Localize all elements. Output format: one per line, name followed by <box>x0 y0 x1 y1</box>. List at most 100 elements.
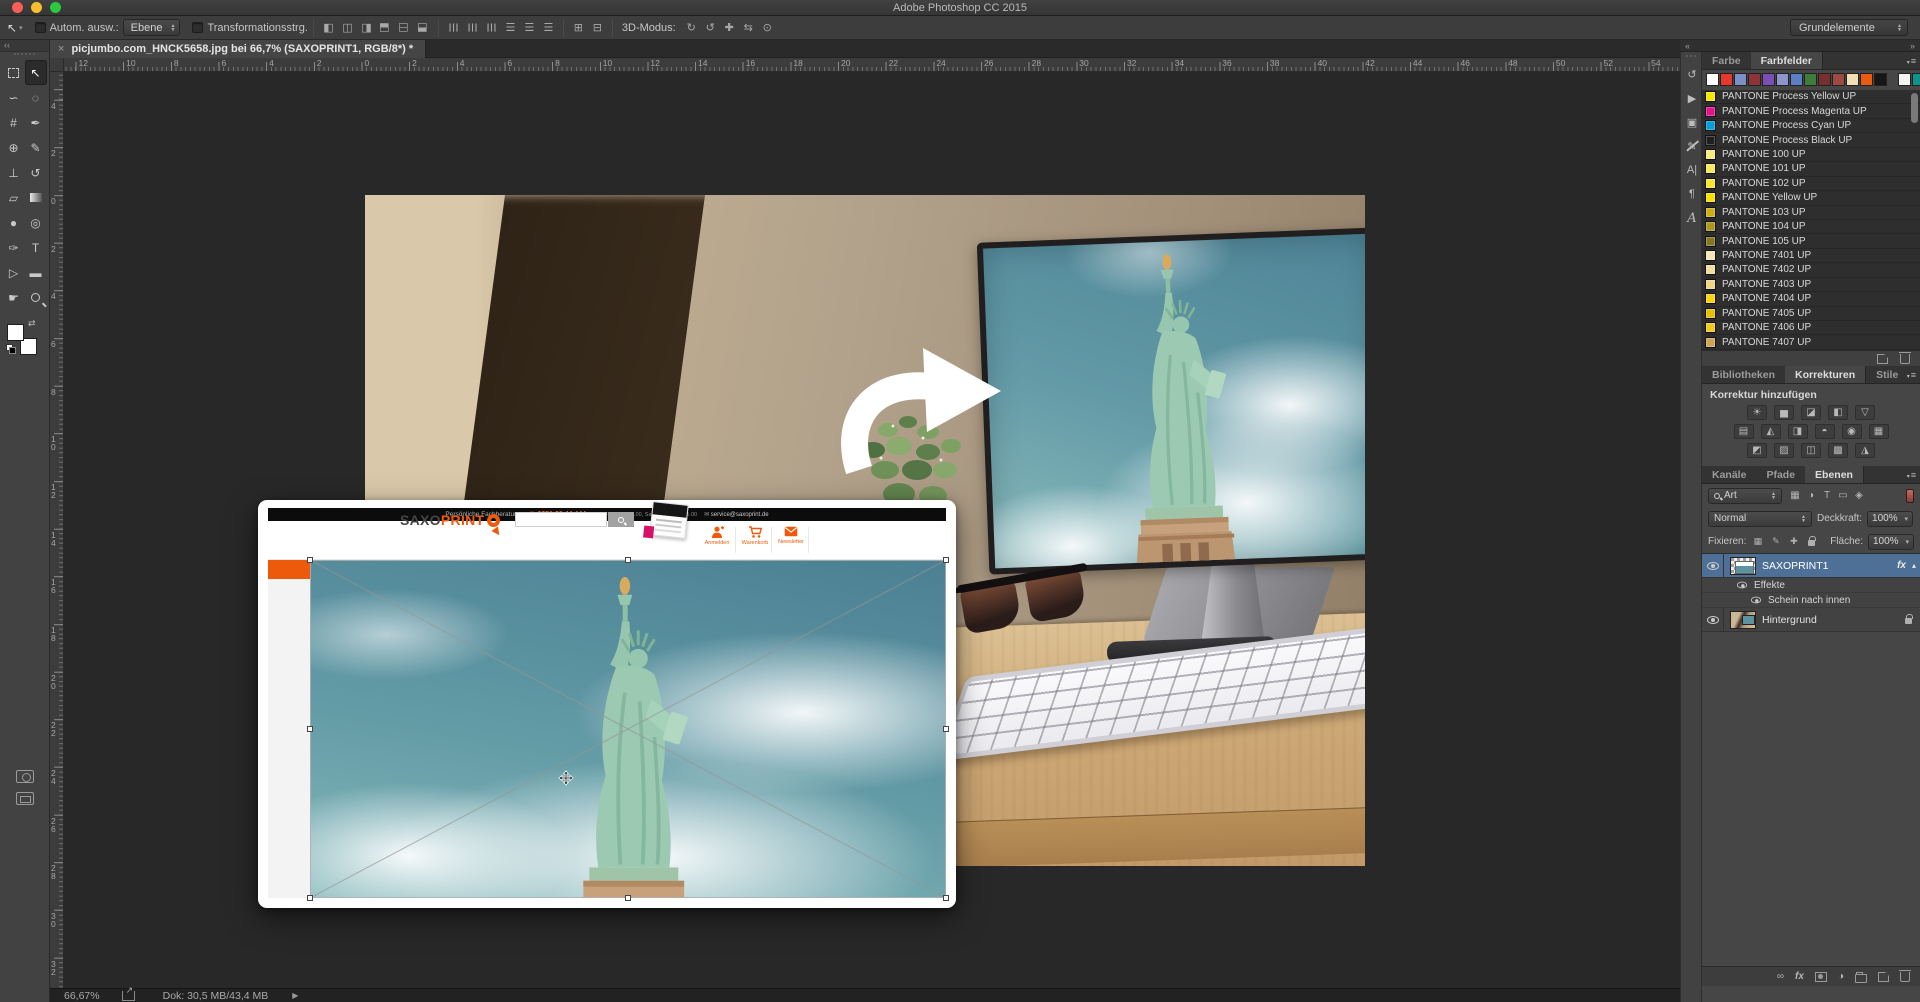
panel-menu-icon[interactable] <box>1907 56 1916 66</box>
swatch-row[interactable]: PANTONE 7403 UP <box>1702 278 1920 292</box>
layer-thumbnail[interactable] <box>1730 611 1756 629</box>
curves-icon[interactable]: ◪ <box>1801 405 1821 420</box>
glyphs-panel-icon[interactable]: A <box>1681 206 1703 230</box>
tab-farbe[interactable]: Farbe <box>1702 52 1751 69</box>
photo-filter-icon[interactable]: ◓ <box>1815 424 1835 439</box>
quick-selection-tool[interactable]: ◌ <box>25 85 47 110</box>
threshold-icon[interactable]: ◫ <box>1801 443 1821 458</box>
auto-select-dropdown[interactable]: Ebene <box>123 19 181 36</box>
crop-tool[interactable]: # <box>3 110 25 135</box>
dock-grip[interactable] <box>1686 55 1696 60</box>
nav-newsletter[interactable]: Newsletter <box>772 526 810 545</box>
hand-tool[interactable]: ☛ <box>3 285 25 310</box>
swatch-row[interactable]: PANTONE 103 UP <box>1702 206 1920 220</box>
add-layer-style-icon[interactable]: fx <box>1795 971 1804 982</box>
layer-effects-badge[interactable]: fx <box>1897 560 1906 571</box>
tab-kanaele[interactable]: Kanäle <box>1702 466 1756 483</box>
properties-panel-icon[interactable]: ▣ <box>1681 110 1703 134</box>
saxoprint-layer-preview[interactable]: Persönliche Fachberatung 0351 20 44 444 … <box>258 500 956 908</box>
rectangular-marquee-tool[interactable] <box>3 60 25 85</box>
zoom-tool[interactable] <box>25 285 47 310</box>
swatch-chip[interactable] <box>1720 73 1733 86</box>
collapse-dock-icon[interactable]: « <box>1685 41 1690 51</box>
transform-handle-ne[interactable] <box>943 557 949 563</box>
swatch-row[interactable]: PANTONE 7402 UP <box>1702 263 1920 277</box>
history-brush-tool[interactable]: ↺ <box>25 160 47 185</box>
path-selection-tool[interactable]: ▷ <box>3 260 25 285</box>
eyedropper-tool[interactable]: ✒ <box>25 110 47 135</box>
brush-tool[interactable]: ✎ <box>25 135 47 160</box>
distribute-right-edges-icon[interactable]: ☰ <box>540 20 557 35</box>
hue-saturation-icon[interactable]: ▤ <box>1734 424 1754 439</box>
tab-stile[interactable]: Stile <box>1866 366 1908 383</box>
exposure-icon[interactable]: ◧ <box>1828 405 1848 420</box>
swatch-chip[interactable] <box>1874 73 1887 86</box>
filter-adjustment-layers-icon[interactable]: ◑ <box>1803 490 1819 501</box>
swatch-row[interactable]: PANTONE 102 UP <box>1702 177 1920 191</box>
swatch-row[interactable]: PANTONE Process Black UP <box>1702 133 1920 147</box>
layer-filter-dropdown[interactable]: Art <box>1708 488 1782 504</box>
lock-position-icon[interactable]: ✚ <box>1787 536 1800 547</box>
swatch-row[interactable]: PANTONE 7407 UP <box>1702 335 1920 349</box>
type-tool[interactable]: T <box>25 235 47 260</box>
paragraph-panel-icon[interactable]: ¶ <box>1681 182 1703 206</box>
filter-shape-layers-icon[interactable]: ▭ <box>1835 490 1851 501</box>
transform-handle-e[interactable] <box>943 726 949 732</box>
horizontal-ruler[interactable]: 1210864202468101214161820222426283032343… <box>64 58 1680 72</box>
3d-slide-icon[interactable]: ⇆ <box>740 20 757 35</box>
swatch-chip[interactable] <box>1734 73 1747 86</box>
swatch-chip[interactable] <box>1912 73 1920 86</box>
filter-smart-objects-icon[interactable]: ◈ <box>1851 490 1867 501</box>
new-group-icon[interactable] <box>1855 974 1867 983</box>
3d-drag-icon[interactable]: ✚ <box>721 20 738 35</box>
channel-mixer-icon[interactable]: ◉ <box>1842 424 1862 439</box>
levels-icon[interactable]: ▅ <box>1774 405 1794 420</box>
lock-transparency-icon[interactable]: ▦ <box>1751 536 1764 547</box>
default-colors-icon[interactable] <box>6 344 15 353</box>
swatch-row[interactable]: PANTONE Process Magenta UP <box>1702 104 1920 118</box>
nav-cart[interactable]: Warenkorb <box>736 526 774 546</box>
current-tool-icon[interactable]: ↖▾ <box>7 21 23 35</box>
new-layer-icon[interactable] <box>1878 972 1889 982</box>
status-flyout-arrow-icon[interactable] <box>292 991 298 1000</box>
scrollbar-thumb[interactable] <box>1911 93 1918 123</box>
link-layers-icon[interactable]: ∞ <box>1777 971 1784 982</box>
3d-rotate-icon[interactable]: ↻ <box>683 20 700 35</box>
effects-row[interactable]: Effekte <box>1702 578 1920 593</box>
color-balance-icon[interactable]: ◭ <box>1761 424 1781 439</box>
swatch-chip[interactable] <box>1898 73 1911 86</box>
transform-handle-se[interactable] <box>943 895 949 901</box>
add-adjustment-layer-icon[interactable]: ◑ <box>1838 971 1844 982</box>
3d-roll-icon[interactable]: ↺ <box>702 20 719 35</box>
tab-korrekturen[interactable]: Korrekturen <box>1785 366 1866 383</box>
layer-name[interactable]: Hintergrund <box>1762 614 1817 626</box>
tab-farbfelder[interactable]: Farbfelder <box>1751 52 1823 69</box>
swatch-row[interactable]: PANTONE Process Yellow UP <box>1702 90 1920 104</box>
free-transform-overlay[interactable] <box>310 560 946 898</box>
align-vertical-centers-icon[interactable]: ◫ <box>396 20 413 35</box>
align-top-edges-icon[interactable]: ◧ <box>377 20 394 35</box>
swatch-row[interactable]: PANTONE 7406 UP <box>1702 321 1920 335</box>
history-panel-icon[interactable]: ↺ <box>1681 62 1703 86</box>
nav-login[interactable]: Anmelden <box>698 526 736 546</box>
eye-icon[interactable] <box>1737 582 1747 589</box>
layer-filter-toggle[interactable] <box>1906 489 1914 503</box>
align-horizontal-centers-icon[interactable]: ◫ <box>339 20 356 35</box>
layer-thumbnail[interactable] <box>1730 557 1756 575</box>
lock-all-icon[interactable] <box>1805 536 1818 548</box>
lock-pixels-icon[interactable]: ✎ <box>1769 536 1782 547</box>
zoom-level-field[interactable]: 66,67% <box>64 990 100 1002</box>
eraser-tool[interactable]: ▱ <box>3 185 25 210</box>
blur-tool[interactable]: ● <box>3 210 25 235</box>
swatch-chip[interactable] <box>1860 73 1873 86</box>
visibility-toggle[interactable] <box>1702 554 1724 577</box>
swatch-chip[interactable] <box>1706 73 1719 86</box>
visibility-toggle[interactable] <box>1702 608 1724 631</box>
toolbar-collapse-button[interactable]: ‹‹ <box>0 40 49 52</box>
foreground-color-well[interactable] <box>7 324 24 341</box>
transform-handle-sw[interactable] <box>307 895 313 901</box>
3d-scale-icon[interactable]: ⊙ <box>759 20 776 35</box>
ruler-origin-corner[interactable] <box>50 58 64 72</box>
distribute-vertical-spacing-icon[interactable]: ⊟ <box>589 20 606 35</box>
document-tab[interactable]: × picjumbo.com_HNCK5658.jpg bei 66,7% (S… <box>50 40 426 58</box>
